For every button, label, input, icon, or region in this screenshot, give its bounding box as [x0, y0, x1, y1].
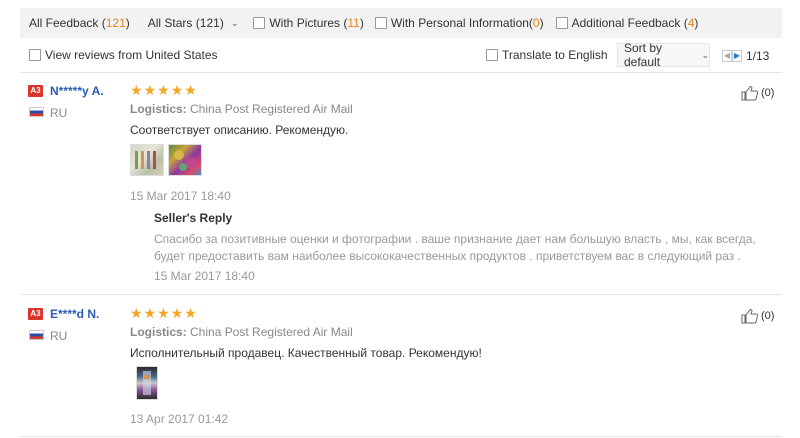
review-text: Исполнительный продавец. Качественный то… [130, 346, 482, 360]
review-photo[interactable] [168, 144, 202, 176]
seller-reply-date: 15 Mar 2017 18:40 [154, 269, 255, 283]
review-text: Соответствует описанию. Рекомендую. [130, 123, 349, 137]
review-date: 15 Mar 2017 18:40 [130, 189, 231, 203]
pagination: ◀ ▶ 1/13 [722, 49, 769, 63]
filter-additional-label: Additional Feedback [571, 16, 681, 30]
filter-additional[interactable]: Additional Feedback (4) [555, 16, 698, 30]
filter-view-us-label: View reviews from United States [45, 48, 218, 62]
filter-all-feedback[interactable]: All Feedback (121) [29, 16, 130, 30]
review-photo[interactable] [136, 366, 158, 400]
star-icon: ★ [170, 82, 184, 98]
photo-thumbnail-icon [135, 151, 156, 169]
chevron-down-icon: ⌄ [230, 17, 239, 28]
level-badge: A3 [28, 308, 43, 320]
thumbs-up-icon [741, 86, 759, 101]
flag-ru-icon [29, 330, 44, 340]
helpful-button[interactable]: (0) [740, 308, 774, 324]
chevron-down-icon: ⌄ [701, 49, 709, 60]
checkbox-icon[interactable] [374, 17, 387, 29]
star-icon: ★ [130, 82, 143, 98]
divider [20, 72, 782, 73]
review-photo[interactable] [130, 144, 164, 176]
reviewer-country: RU [50, 106, 68, 120]
review-date: 13 Apr 2017 01:42 [130, 412, 229, 426]
star-icon: ★ [157, 82, 170, 98]
photo-thumbnail-icon [174, 150, 197, 171]
reviewer-name[interactable]: E****d N. [50, 307, 99, 321]
translate-toggle[interactable]: Translate to English [486, 48, 608, 62]
reviewer-name[interactable]: N*****y A. [50, 84, 104, 98]
logistics-info: Logistics: China Post Registered Air Mai… [130, 102, 353, 116]
filter-additional-count: 4 [687, 16, 695, 30]
prev-page-icon[interactable]: ◀ [722, 50, 732, 62]
filter-all-stars[interactable]: All Stars (121) ⌄ [148, 16, 239, 30]
level-badge: A3 [28, 85, 43, 97]
translate-label: Translate to English [502, 48, 608, 62]
logistics-value: China Post Registered Air Mail [190, 325, 353, 339]
star-icon: ★ [157, 305, 170, 321]
star-icon: ★ [143, 82, 157, 98]
star-icon: ★ [130, 305, 143, 321]
logistics-label: Logistics: [130, 102, 187, 116]
helpful-count: (0) [761, 310, 775, 322]
sort-dropdown[interactable]: Sort by default ⌄ [617, 41, 710, 69]
helpful-count: (0) [761, 87, 775, 99]
filter-all-stars-label: All Stars [147, 16, 193, 30]
checkbox-icon[interactable] [29, 49, 41, 61]
logistics-info: Logistics: China Post Registered Air Mai… [130, 325, 353, 339]
next-page-icon[interactable]: ▶ [732, 50, 742, 62]
star-rating: ★ ★ ★ ★ ★ [130, 306, 197, 320]
filter-all-stars-count: 121 [199, 16, 220, 30]
star-icon: ★ [184, 305, 197, 321]
checkbox-icon[interactable] [486, 49, 498, 61]
filter-personal-info[interactable]: With Personal Information (0) [374, 16, 544, 30]
checkbox-icon[interactable] [555, 17, 568, 29]
filter-personal-info-label: With Personal Information [390, 16, 529, 30]
star-icon: ★ [184, 82, 197, 98]
seller-reply-text: Спасибо за позитивные оценки и фотографи… [154, 232, 756, 263]
thumbs-up-icon [741, 309, 759, 324]
star-icon: ★ [143, 305, 157, 321]
photo-thumbnail-icon [143, 371, 151, 395]
filter-bar: All Feedback (121) All Stars (121) ⌄ Wit… [20, 8, 782, 38]
filter-all-feedback-label: All Feedback [29, 16, 99, 30]
filter-view-us[interactable]: View reviews from United States [29, 48, 218, 62]
filter-personal-info-count: 0 [532, 16, 540, 30]
seller-reply: Seller's Reply Спасибо за позитивные оце… [154, 211, 774, 283]
filter-with-pictures-label: With Pictures [269, 16, 341, 30]
page-indicator: 1/13 [746, 49, 770, 63]
filter-all-feedback-count: 121 [105, 16, 126, 30]
reviewer-country: RU [50, 329, 68, 343]
star-icon: ★ [170, 305, 184, 321]
helpful-button[interactable]: (0) [740, 85, 774, 101]
checkbox-icon[interactable] [253, 17, 266, 29]
seller-reply-title: Seller's Reply [154, 211, 233, 225]
sort-label: Sort by default [624, 41, 663, 69]
filter-with-pictures[interactable]: With Pictures (11) [253, 16, 364, 30]
logistics-label: Logistics: [130, 325, 187, 339]
filter-with-pictures-count: 11 [347, 16, 360, 30]
divider [20, 436, 782, 437]
flag-ru-icon [29, 107, 44, 117]
divider [20, 294, 782, 295]
logistics-value: China Post Registered Air Mail [190, 102, 353, 116]
star-rating: ★ ★ ★ ★ ★ [130, 83, 197, 97]
